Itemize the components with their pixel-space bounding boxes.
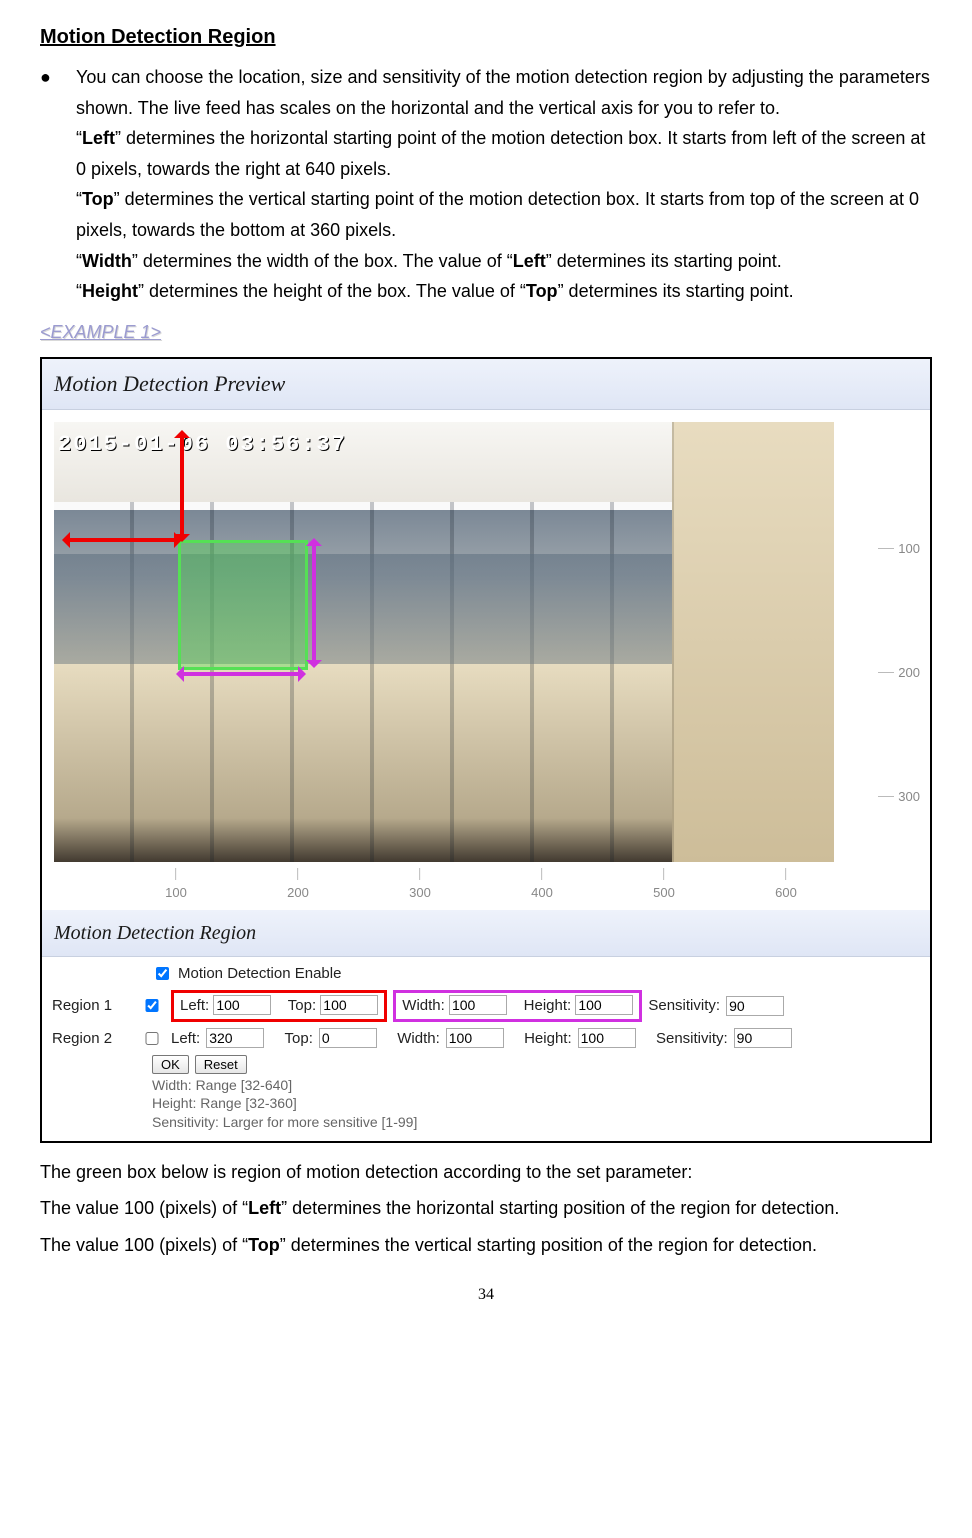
p3b: ” determines the vertical starting posit…	[280, 1235, 817, 1255]
region1-label: Region 1	[52, 993, 132, 1019]
region2-label: Region 2	[52, 1026, 132, 1052]
screenshot-panel: Motion Detection Preview 2015-01-06 03:5…	[40, 357, 932, 1142]
intro-text: You can choose the location, size and se…	[76, 62, 932, 123]
region2-height-input[interactable]	[578, 1028, 636, 1048]
bullet-content: You can choose the location, size and se…	[76, 62, 932, 307]
h-tick: 400	[531, 868, 553, 904]
region1-sens-input[interactable]	[726, 996, 784, 1016]
v-tick: 200	[878, 666, 920, 680]
height-bold: Height	[82, 281, 138, 301]
motion-region-box	[178, 540, 308, 670]
height-label: Height:	[524, 1026, 572, 1052]
left-label: Left:	[171, 1026, 200, 1052]
region1-height-input[interactable]	[575, 995, 633, 1015]
region1-row: Region 1 Left: Top: Width: Height: Sensi…	[52, 990, 920, 1022]
hint-height: Height: Range [32-360]	[152, 1094, 920, 1112]
region2-enable-checkbox[interactable]	[142, 1032, 162, 1045]
left-rest: ” determines the horizontal starting poi…	[76, 128, 925, 179]
height-label: Height:	[524, 997, 572, 1014]
h-tick: 100	[165, 868, 187, 904]
width-rest-b: ” determines its starting point.	[546, 251, 782, 271]
left-label: Left:	[180, 997, 209, 1014]
example-label: <EXAMPLE 1>	[40, 317, 932, 348]
motion-enable-label: Motion Detection Enable	[178, 961, 341, 987]
preview-header: Motion Detection Preview	[42, 359, 930, 409]
region1-left-input[interactable]	[213, 995, 271, 1015]
bullet-marker-icon: ●	[40, 62, 76, 307]
region2-left-input[interactable]	[206, 1028, 264, 1048]
button-row: OK Reset	[152, 1055, 920, 1074]
p2a: The value 100 (pixels) of “	[40, 1198, 248, 1218]
section-title: Motion Detection Region	[40, 20, 932, 54]
width-rest-bold: Left	[513, 251, 546, 271]
left-top-highlight: Left: Top:	[171, 990, 387, 1022]
preview-area: 2015-01-06 03:56:37 100 200 300 100 200 …	[42, 410, 930, 910]
page-number: 34	[40, 1281, 932, 1308]
enable-row: Motion Detection Enable	[152, 961, 920, 987]
height-param-text: “Height” determines the height of the bo…	[76, 276, 932, 307]
height-rest-b: ” determines its starting point.	[558, 281, 794, 301]
region1-enable-checkbox[interactable]	[142, 999, 162, 1012]
region-header: Motion Detection Region	[42, 910, 930, 957]
vertical-ruler: 100 200 300	[864, 422, 924, 862]
region2-row: Region 2 Left: Top: Width: Height: Sensi…	[52, 1026, 920, 1052]
width-height-highlight: Width: Height:	[393, 990, 642, 1022]
bullet-item: ● You can choose the location, size and …	[40, 62, 932, 307]
p3bold: Top	[248, 1235, 280, 1255]
top-rest: ” determines the vertical starting point…	[76, 189, 919, 240]
v-tick: 300	[878, 790, 920, 804]
width-param-text: “Width” determines the width of the box.…	[76, 246, 932, 277]
v-tick: 100	[878, 542, 920, 556]
width-bold: Width	[82, 251, 132, 271]
left-bold: Left	[82, 128, 115, 148]
p3a: The value 100 (pixels) of “	[40, 1235, 248, 1255]
left-arrow-icon	[68, 538, 176, 542]
h-tick: 300	[409, 868, 431, 904]
width-rest-a: ” determines the width of the box. The v…	[132, 251, 513, 271]
after-para-1: The green box below is region of motion …	[40, 1157, 932, 1188]
region1-top-input[interactable]	[320, 995, 378, 1015]
hint-width: Width: Range [32-640]	[152, 1076, 920, 1094]
camera-timestamp: 2015-01-06 03:56:37	[58, 426, 347, 463]
horizontal-ruler: 100 200 300 400 500 600	[54, 870, 834, 906]
top-arrow-icon	[180, 436, 184, 536]
top-label: Top:	[288, 997, 316, 1014]
height-rest-bold: Top	[526, 281, 558, 301]
region2-top-input[interactable]	[319, 1028, 377, 1048]
camera-wall	[672, 422, 834, 862]
left-param-text: “Left” determines the horizontal startin…	[76, 123, 932, 184]
hints: Width: Range [32-640] Height: Range [32-…	[152, 1076, 920, 1131]
motion-enable-checkbox[interactable]	[156, 967, 169, 980]
width-label: Width:	[402, 997, 445, 1014]
ok-button[interactable]: OK	[152, 1055, 189, 1074]
after-para-3: The value 100 (pixels) of “Top” determin…	[40, 1230, 932, 1261]
top-param-text: “Top” determines the vertical starting p…	[76, 184, 932, 245]
reset-button[interactable]: Reset	[195, 1055, 247, 1074]
h-tick: 200	[287, 868, 309, 904]
hint-sens: Sensitivity: Larger for more sensitive […	[152, 1113, 920, 1131]
region2-sens-input[interactable]	[734, 1028, 792, 1048]
height-arrow-icon	[312, 544, 316, 662]
p2bold: Left	[248, 1198, 281, 1218]
height-rest-a: ” determines the height of the box. The …	[138, 281, 526, 301]
h-tick: 600	[775, 868, 797, 904]
top-label: Top:	[285, 1026, 313, 1052]
sens-label: Sensitivity:	[648, 993, 720, 1019]
camera-live-feed: 2015-01-06 03:56:37	[54, 422, 834, 862]
after-para-2: The value 100 (pixels) of “Left” determi…	[40, 1193, 932, 1224]
p2b: ” determines the horizontal starting pos…	[281, 1198, 839, 1218]
sens-label: Sensitivity:	[656, 1026, 728, 1052]
region2-width-input[interactable]	[446, 1028, 504, 1048]
width-arrow-icon	[182, 672, 300, 676]
width-label: Width:	[397, 1026, 440, 1052]
h-tick: 500	[653, 868, 675, 904]
region-panel: Motion Detection Enable Region 1 Left: T…	[42, 957, 930, 1141]
region1-width-input[interactable]	[449, 995, 507, 1015]
top-bold: Top	[82, 189, 114, 209]
